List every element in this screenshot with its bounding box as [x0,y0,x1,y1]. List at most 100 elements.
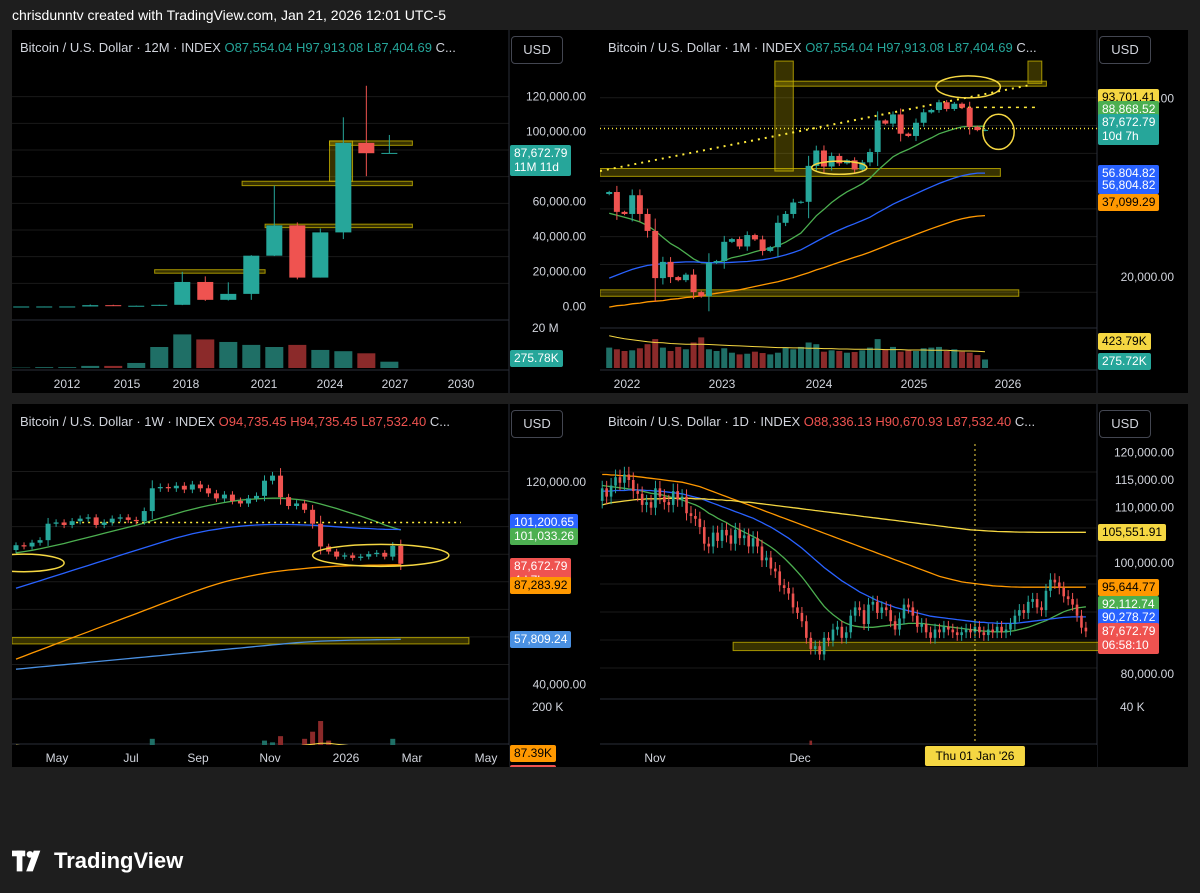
chart-panel-12m[interactable]: 120,000.00 100,000.00 60,000.00 40,000.00 20… [12,30,600,393]
chart-panel-1d[interactable]: Thu 01 Jan '26 120,000.00 115,000.00 110,00… [600,404,1188,767]
candle-body [876,601,879,613]
candle-body [128,305,145,307]
candle-body [711,532,715,547]
candle-body [791,593,795,608]
candle-body [853,607,857,616]
chart-panel-1w[interactable]: 120,000.00 40,000.00 200 K May Jul Sep Nov 2026… [12,404,600,767]
candle-body [938,629,941,633]
candle-body [974,126,981,131]
volume-bar [905,350,912,368]
candle-body [928,109,935,113]
candle-body [773,568,777,572]
candle-body [929,632,932,638]
candle-body [751,538,755,547]
volume-bar [613,349,620,368]
candle-body [671,491,675,505]
candle-body [382,552,388,557]
volume-bar [629,350,636,368]
candle-body [629,195,636,214]
candle-body [312,232,329,278]
volume-bar [705,349,712,368]
volume-bar [127,362,146,368]
price-axis-label: 100,000.00 [526,124,586,138]
candle-body [101,522,107,525]
price-axis-label: 40,000.00 [533,229,587,243]
ohlc-high: H97,913.08 [296,40,364,55]
price-label-tag: 105,551.91 [1098,524,1167,542]
candle-body [1080,615,1083,628]
time-axis-label: 2027 [382,377,409,391]
candle-body [756,538,759,547]
candle-body [1009,624,1012,630]
candle-body [760,546,764,561]
volume-bar [797,346,804,368]
time-axis-label: Nov [644,751,665,765]
candle-body [966,107,973,127]
volume-bar [805,342,812,368]
volume-bar [667,351,674,368]
candle-body [1062,588,1066,597]
candle-body [605,488,608,497]
candle-body [725,529,728,536]
candle-body [289,225,306,278]
candle-body [220,293,237,300]
volume-bar [242,344,261,368]
candle-body [205,488,211,494]
candle-body [858,607,861,611]
candle-body [765,557,768,561]
symbol-title: Bitcoin / U.S. Dollar · 12M · INDEX O87,… [20,40,456,55]
currency-button[interactable]: USD [511,36,563,64]
time-axis-label: May [46,751,69,765]
time-axis-label: 2030 [448,377,475,391]
candle-body [245,498,251,504]
currency-button[interactable]: USD [511,410,563,438]
volume-bar [813,344,820,368]
candle-body [237,500,243,504]
volume-bar [866,347,873,368]
candle-body [920,112,927,123]
chart-canvas-12m[interactable]: 120,000.00 100,000.00 60,000.00 40,000.00 20… [12,30,600,393]
candle-body [1040,607,1043,611]
candle-body [707,543,711,547]
price-label-tag: 57,809.24 [510,631,572,649]
volume-bar [897,351,904,368]
candle-body [721,241,728,262]
candle-body [1075,604,1079,616]
candle-body [614,477,617,486]
candle-body [262,480,268,496]
candle-body [13,545,19,551]
volume-bar [104,365,123,368]
time-axis-label: 2026 [333,751,360,765]
volume-bar [150,347,169,368]
ohlc-low: L87,404.69 [366,40,432,55]
candle-body [1000,626,1003,633]
candle-body [398,545,404,564]
candle-body [689,513,693,516]
volume-bar [690,342,697,368]
candle-body [381,152,398,154]
candle-body [849,615,853,633]
candle-body [1071,599,1074,605]
ohlc-low: L87,404.69 [947,40,1013,55]
candle-body [698,518,702,528]
candle-body [358,142,375,154]
candle-body [1013,615,1017,624]
ohlc-high: H94,735.45 [290,414,358,429]
candle-body [644,213,651,231]
support-zone-box [774,80,1047,87]
volume-label-tag: 275.78K [510,350,563,367]
currency-button[interactable]: USD [1099,410,1151,438]
chart-panel-1m[interactable]: 120,000.0020,000.0020222023202420252026 … [600,30,1188,393]
candle-body [805,621,808,638]
volume-bar [58,367,77,368]
price-axis-label: 20,000.00 [1121,270,1175,284]
currency-button[interactable]: USD [1099,36,1151,64]
candle-body [936,102,943,110]
candle-body [728,239,735,242]
volume-bar [767,354,774,368]
time-axis-label: Jul [123,751,138,765]
candle-body [874,120,881,153]
candle-body [920,624,924,627]
volume-bar [334,351,353,368]
candle-body [844,632,848,638]
